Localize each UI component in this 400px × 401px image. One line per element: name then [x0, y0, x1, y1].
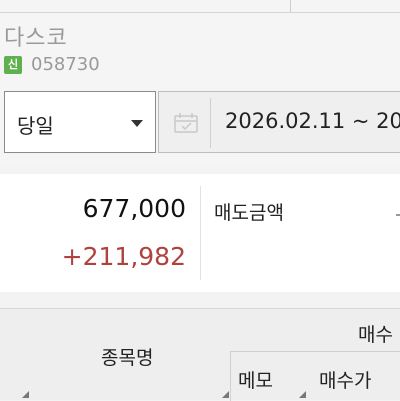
sort-indicator-icon — [299, 391, 306, 398]
summary-right-mark — [396, 214, 400, 216]
stock-name[interactable]: 다스코 — [4, 20, 68, 52]
period-dropdown[interactable]: 당일 — [4, 91, 156, 153]
stock-code: 058730 — [31, 54, 100, 75]
column-group-buy: 매수 — [358, 324, 393, 346]
top-divider-tick — [290, 0, 291, 13]
sort-indicator-icon — [22, 391, 29, 398]
header-horizontal-divider — [230, 351, 400, 352]
new-listing-badge: 신 — [4, 56, 22, 74]
controls-row: 당일 2026.02.11 ~ 20 — [0, 85, 400, 165]
summary-panel: 677,000 +211,982 매도금액 — [0, 174, 400, 292]
date-range-picker[interactable]: 2026.02.11 ~ 20 — [158, 91, 400, 153]
profit-amount: +211,982 — [61, 242, 186, 271]
top-divider — [0, 0, 400, 13]
column-header-memo[interactable]: 메모 — [238, 366, 273, 393]
column-header-buy-price[interactable]: 매수가 — [319, 366, 371, 393]
column-header-stock-name[interactable]: 종목명 — [101, 343, 153, 370]
header-vertical-divider — [230, 351, 231, 401]
sell-amount-label: 매도금액 — [214, 202, 284, 224]
calendar-icon — [174, 113, 198, 133]
sort-indicator-icon — [222, 391, 229, 398]
date-range-divider — [210, 98, 211, 148]
period-dropdown-label: 당일 — [17, 114, 54, 138]
summary-divider — [200, 186, 201, 280]
stock-header: 다스코 신 058730 — [0, 0, 400, 85]
chevron-down-icon — [131, 120, 143, 127]
date-range-text: 2026.02.11 ~ 20 — [225, 109, 400, 133]
table-header: 종목명 매수 메모 매수가 — [0, 308, 400, 401]
total-amount: 677,000 — [82, 194, 186, 223]
